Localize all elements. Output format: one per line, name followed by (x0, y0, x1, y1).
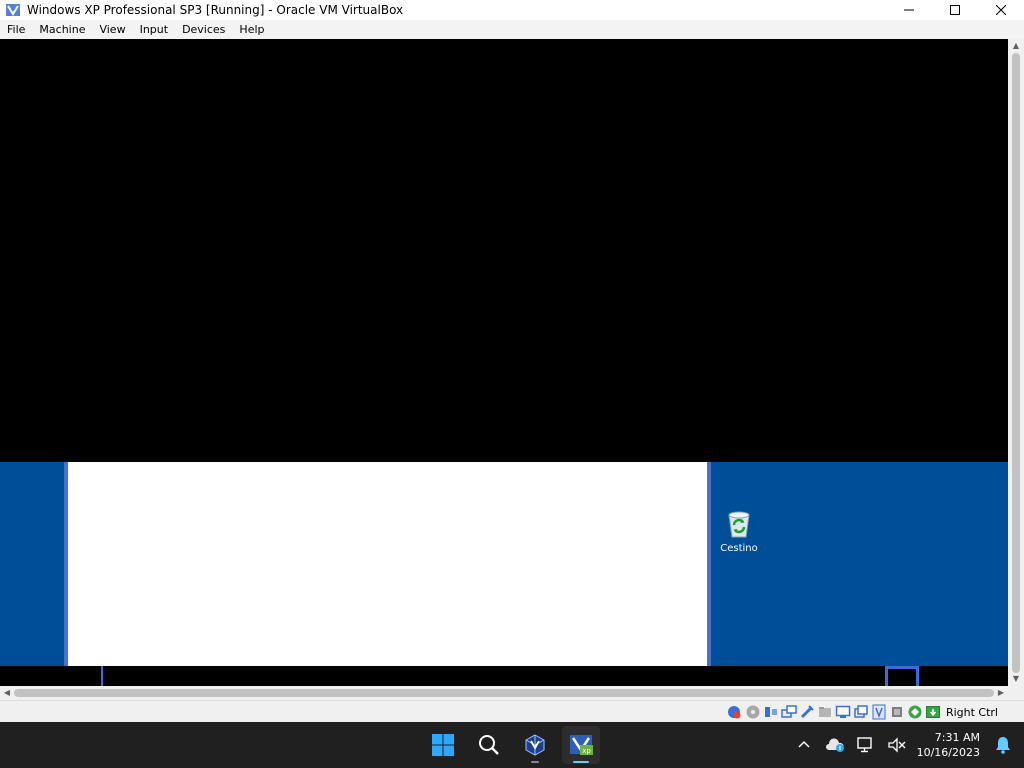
menu-input[interactable]: Input (133, 20, 175, 39)
vm-xp-icon: xp (570, 735, 593, 755)
vm-xp-taskbar-button[interactable]: xp (562, 726, 600, 764)
keyboard-icon[interactable] (925, 704, 941, 720)
maximize-button[interactable] (932, 0, 978, 20)
minimize-button[interactable] (886, 0, 932, 20)
recording-icon[interactable] (853, 704, 869, 720)
volume-tray-button[interactable] (886, 734, 908, 756)
virtualbox-vm-icon (6, 4, 20, 16)
menu-devices[interactable]: Devices (175, 20, 232, 39)
windows-taskbar: xp 7:31 AM 10/16/2023 (0, 722, 1024, 768)
host-key-label: Right Ctrl (945, 705, 998, 719)
network-icon[interactable] (781, 704, 797, 720)
menu-help[interactable]: Help (232, 20, 271, 39)
scroll-up-icon[interactable]: ▲ (1009, 39, 1023, 53)
vertical-scroll-thumb[interactable] (1012, 53, 1020, 673)
optical-drive-icon[interactable] (745, 704, 761, 720)
cloud-icon (825, 738, 844, 752)
svg-text:xp: xp (582, 747, 591, 755)
network-tray-button[interactable] (855, 734, 877, 756)
horizontal-scrollbar[interactable]: ◀ ▶ (0, 686, 1008, 700)
system-tray: 7:31 AM 10/16/2023 (793, 722, 1024, 768)
title-bar[interactable]: Windows XP Professional SP3 [Running] - … (0, 0, 1024, 20)
hard-disk-icon[interactable] (727, 704, 743, 720)
notifications-button[interactable] (990, 732, 1016, 758)
clock-date: 10/16/2023 (916, 746, 980, 759)
active-indicator (573, 761, 589, 763)
chevron-up-icon (798, 740, 810, 748)
audio-icon[interactable] (763, 704, 779, 720)
virtualbox-icon (525, 734, 545, 756)
recycle-bin-label: Cestino (720, 543, 758, 554)
scroll-right-icon[interactable]: ▶ (994, 686, 1008, 700)
menu-bar: File Machine View Input Devices Help (0, 20, 1024, 39)
usb-icon[interactable] (799, 704, 815, 720)
clock[interactable]: 7:31 AM 10/16/2023 (917, 730, 980, 760)
strip-tray-box (885, 666, 919, 686)
recycle-bin-icon (728, 511, 750, 538)
volume-muted-icon (887, 737, 906, 753)
maximize-icon (950, 5, 960, 15)
window-title: Windows XP Professional SP3 [Running] - … (27, 3, 404, 17)
close-icon (996, 5, 1006, 15)
strip-divider (101, 666, 103, 686)
scroll-corner (1008, 686, 1024, 700)
windows-start-icon (432, 734, 454, 756)
menu-file[interactable]: File (0, 20, 32, 39)
xp-taskbar-strip (0, 666, 1008, 686)
mouse-integration-icon[interactable] (907, 704, 923, 720)
show-hidden-icons-button[interactable] (793, 734, 815, 756)
menu-machine[interactable]: Machine (32, 20, 92, 39)
horizontal-scroll-thumb[interactable] (14, 689, 994, 697)
recycle-bin-shortcut[interactable]: Cestino (712, 508, 766, 554)
shared-folders-icon[interactable] (817, 704, 833, 720)
search-button[interactable] (470, 726, 508, 764)
onedrive-tray-button[interactable] (824, 734, 846, 756)
scroll-down-icon[interactable]: ▼ (1009, 672, 1023, 686)
minimize-icon (904, 9, 914, 11)
vm-display[interactable]: Cestino (0, 39, 1008, 686)
xp-desktop[interactable]: Cestino (0, 462, 1008, 666)
vertical-scrollbar[interactable]: ▲ ▼ (1008, 39, 1024, 686)
xp-window-blank[interactable] (64, 462, 711, 666)
bell-icon (996, 737, 1010, 754)
network-icon (856, 737, 872, 753)
clock-time: 7:31 AM (934, 731, 980, 744)
virtualization-icon[interactable] (871, 704, 887, 720)
scroll-left-icon[interactable]: ◀ (0, 686, 14, 700)
close-button[interactable] (978, 0, 1024, 20)
virtualbox-taskbar-button[interactable] (516, 726, 554, 764)
running-indicator (531, 761, 539, 763)
search-icon (479, 735, 499, 755)
cpu-icon[interactable] (889, 704, 905, 720)
menu-view[interactable]: View (92, 20, 132, 39)
start-button[interactable] (424, 726, 462, 764)
status-bar: Right Ctrl (0, 700, 1024, 722)
display-icon[interactable] (835, 704, 851, 720)
